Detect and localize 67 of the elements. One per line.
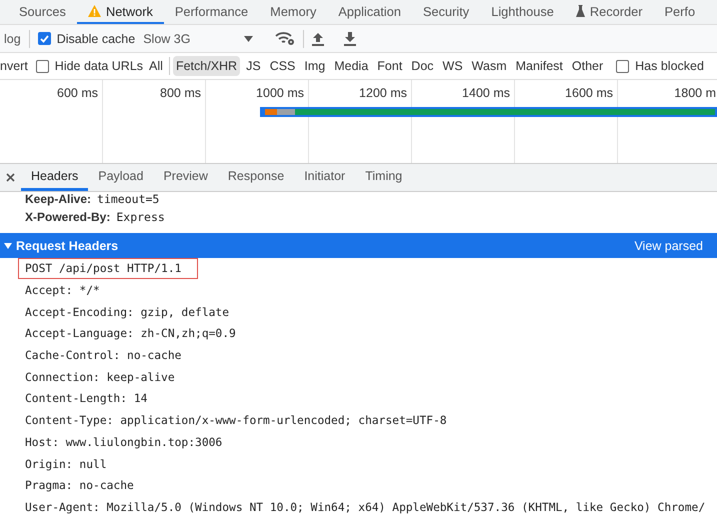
section-header[interactable]: Request Headers View parsed — [0, 233, 717, 258]
header-line: Content-Length: 14 — [24, 391, 148, 408]
filter-button[interactable]: Media — [331, 56, 372, 76]
time-tick-label: 1200 ms — [359, 86, 407, 102]
filter-button[interactable]: Img — [301, 56, 328, 76]
warning-icon — [88, 5, 101, 17]
header-line: Pragma: no-cache — [24, 478, 135, 494]
detail-tab[interactable]: Payload — [88, 164, 154, 191]
panel-tab[interactable]: Performance — [164, 0, 260, 24]
checkbox[interactable] — [36, 60, 49, 72]
view-parsed-link[interactable]: View parsed — [634, 238, 703, 252]
header-line: Cache-Control: no-cache — [24, 348, 182, 364]
detail-tab[interactable]: Preview — [153, 164, 218, 191]
panel-tab[interactable]: Memory — [259, 0, 328, 24]
detail-tab[interactable]: Initiator — [294, 164, 356, 191]
header-line: Accept-Language: zh-CN,zh;q=0.9 — [24, 326, 237, 342]
time-tick-label: 600 ms — [57, 86, 98, 102]
header-line: User-Agent: Mozilla/5.0 (Windows NT 10.0; Win64; x64) AppleWebKit/537.36 (KHTML, like Gecko) Chrome/ — [24, 500, 706, 516]
header-line: Accept-Encoding: gzip, deflate — [24, 304, 230, 321]
time-tick-label: 1000 ms — [256, 86, 304, 102]
panel-tab[interactable]: Perfo — [653, 0, 706, 24]
checkbox[interactable] — [616, 60, 630, 72]
checkbox-label: Disable cache — [56, 32, 136, 46]
section-title: Request Headers — [4, 238, 118, 252]
invert-label: nvert — [0, 59, 28, 73]
detail-tab[interactable]: Headers — [21, 164, 88, 191]
header-line: Connection: keep-alive — [24, 370, 176, 386]
caret-icon — [244, 36, 254, 42]
checkbox-label: Has blocked — [635, 59, 704, 73]
filter-button[interactable]: WS — [440, 56, 466, 76]
flask-icon — [576, 5, 585, 17]
header-line: Origin: null — [24, 456, 108, 473]
time-tick-label: 1600 ms — [565, 86, 613, 102]
header-line: Accept: */* — [24, 283, 101, 300]
close-icon[interactable] — [6, 173, 15, 182]
preserve-log-label: log — [4, 32, 21, 46]
checkbox-label: Hide data URLs — [54, 59, 144, 73]
filter-button[interactable]: Wasm — [468, 56, 510, 76]
panel-tab[interactable]: Recorder — [564, 0, 654, 24]
wifi-settings-icon[interactable] — [275, 31, 296, 46]
header-name: Keep-Alive: — [25, 192, 92, 206]
filter-button[interactable]: CSS — [266, 56, 298, 76]
filter-button[interactable]: Fetch/XHR — [172, 56, 240, 76]
time-tick-label: 1400 ms — [462, 86, 510, 102]
checkbox[interactable] — [38, 32, 51, 45]
filter-button[interactable]: Other — [568, 56, 606, 76]
panel-tab[interactable]: Security — [412, 0, 480, 24]
download-icon[interactable] — [344, 32, 356, 46]
header-line: Host: www.liulongbin.top:3006 — [24, 434, 224, 451]
filter-button[interactable]: Font — [374, 56, 406, 76]
filter-button[interactable]: Manifest — [512, 56, 566, 76]
header-value: timeout=5 — [97, 192, 160, 206]
panel-tab[interactable]: Sources — [8, 0, 77, 24]
detail-tab[interactable]: Response — [218, 164, 294, 191]
filter-button[interactable]: JS — [243, 56, 264, 76]
filter-button[interactable]: Doc — [408, 56, 437, 76]
filter-button[interactable]: All — [146, 56, 166, 76]
upload-icon[interactable] — [312, 32, 324, 46]
throttling-select[interactable]: Slow 3G — [143, 32, 254, 46]
time-tick-label: 800 ms — [160, 86, 201, 102]
detail-tab[interactable]: Timing — [355, 164, 412, 191]
header-value: Express — [116, 210, 165, 224]
header-name: X-Powered-By: — [25, 210, 110, 224]
panel-tab[interactable]: Application — [327, 0, 412, 24]
header-line: Content-Type: application/x-www-form-urlencoded; charset=UTF-8 — [24, 413, 448, 430]
time-tick-label: 1800 m — [674, 86, 716, 102]
panel-tab[interactable]: Lighthouse — [480, 0, 565, 24]
